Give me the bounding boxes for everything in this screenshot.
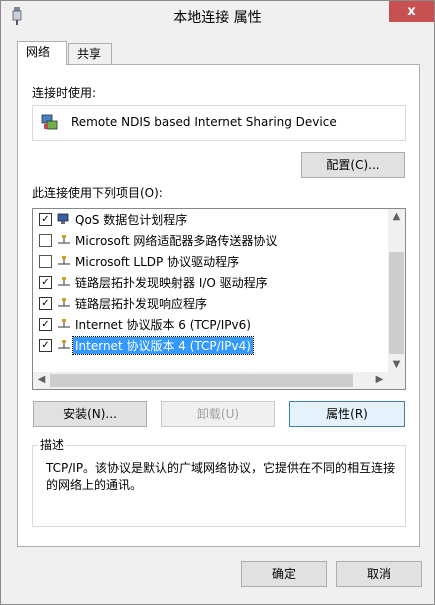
list-item[interactable]: ✓ 链路层拓扑发现响应程序: [33, 293, 373, 314]
tab-sharing[interactable]: 共享: [68, 43, 112, 64]
list-item-selected[interactable]: ✓ Internet 协议版本 4 (TCP/IPv4): [33, 335, 373, 356]
close-button[interactable]: x: [389, 1, 434, 22]
components-list[interactable]: ✓ QoS 数据包计划程序 Microsoft 网络适配器多路传送器协议 Mic…: [32, 208, 406, 390]
description-title: 描述: [38, 436, 67, 453]
checkbox[interactable]: [39, 255, 52, 268]
protocol-icon: [58, 277, 70, 286]
list-item[interactable]: Microsoft 网络适配器多路传送器协议: [33, 230, 373, 251]
checkbox[interactable]: [39, 234, 52, 247]
list-item[interactable]: ✓ Internet 协议版本 6 (TCP/IPv6): [33, 314, 373, 335]
item-label: Internet 协议版本 6 (TCP/IPv6): [75, 318, 251, 332]
horizontal-scrollbar[interactable]: ◀ ▶: [33, 372, 388, 389]
protocol-icon: [58, 319, 70, 328]
vertical-scroll-thumb[interactable]: [389, 252, 404, 354]
checkbox[interactable]: ✓: [39, 276, 52, 289]
checkbox[interactable]: ✓: [39, 318, 52, 331]
properties-button[interactable]: 属性(R): [289, 401, 405, 427]
connect-using-label: 连接时使用:: [32, 86, 97, 100]
list-item[interactable]: Microsoft LLDP 协议驱动程序: [33, 251, 373, 272]
list-item[interactable]: ✓ 链路层拓扑发现映射器 I/O 驱动程序: [33, 272, 373, 293]
protocol-icon: [58, 235, 70, 244]
install-button[interactable]: 安装(N)...: [33, 401, 147, 427]
description-text: TCP/IP。该协议是默认的广域网络协议，它提供在不同的相互连接的网络上的通讯。: [46, 461, 396, 492]
window-title: 本地连接 属性: [173, 10, 262, 26]
scroll-right-icon[interactable]: ▶: [371, 374, 388, 385]
list-item[interactable]: ✓ QoS 数据包计划程序: [33, 209, 373, 230]
uninstall-button: 卸载(U): [161, 401, 275, 427]
device-box: Remote NDIS based Internet Sharing Devic…: [32, 105, 406, 141]
item-label: 链路层拓扑发现响应程序: [75, 297, 208, 311]
vertical-scrollbar[interactable]: ▲ ▼: [388, 209, 405, 372]
network-tab-panel: 连接时使用: Remote NDIS based Internet Sharin…: [17, 64, 420, 547]
item-label: Microsoft 网络适配器多路传送器协议: [75, 234, 278, 248]
cancel-button[interactable]: 取消: [336, 561, 422, 587]
network-adapter-icon: [41, 114, 58, 130]
protocol-icon: [58, 340, 70, 349]
item-label: Internet 协议版本 4 (TCP/IPv4): [72, 336, 254, 355]
item-label: QoS 数据包计划程序: [75, 213, 188, 227]
protocol-icon: [58, 298, 70, 307]
protocol-icon: [58, 256, 70, 265]
scroll-up-icon[interactable]: ▲: [388, 211, 405, 222]
checkbox[interactable]: ✓: [39, 213, 52, 226]
tab-network[interactable]: 网络: [17, 41, 67, 65]
checkbox[interactable]: ✓: [39, 339, 52, 352]
configure-button[interactable]: 配置(C)...: [301, 152, 405, 178]
properties-dialog: 本地连接 属性 x 网络 共享 连接时使用: Remote NDIS based…: [0, 0, 435, 605]
scroll-corner: [388, 372, 405, 389]
device-name: Remote NDIS based Internet Sharing Devic…: [71, 115, 337, 129]
scroll-left-icon[interactable]: ◀: [33, 374, 50, 385]
horizontal-scroll-thumb[interactable]: [50, 374, 353, 387]
qos-scheduler-icon: [57, 213, 69, 224]
items-label: 此连接使用下列项目(O):: [32, 186, 163, 200]
checkbox[interactable]: ✓: [39, 297, 52, 310]
ok-button[interactable]: 确定: [241, 561, 327, 587]
scroll-down-icon[interactable]: ▼: [388, 359, 405, 370]
title-bar[interactable]: 本地连接 属性 x: [1, 1, 434, 31]
item-label: Microsoft LLDP 协议驱动程序: [75, 255, 240, 269]
item-label: 链路层拓扑发现映射器 I/O 驱动程序: [75, 276, 268, 290]
